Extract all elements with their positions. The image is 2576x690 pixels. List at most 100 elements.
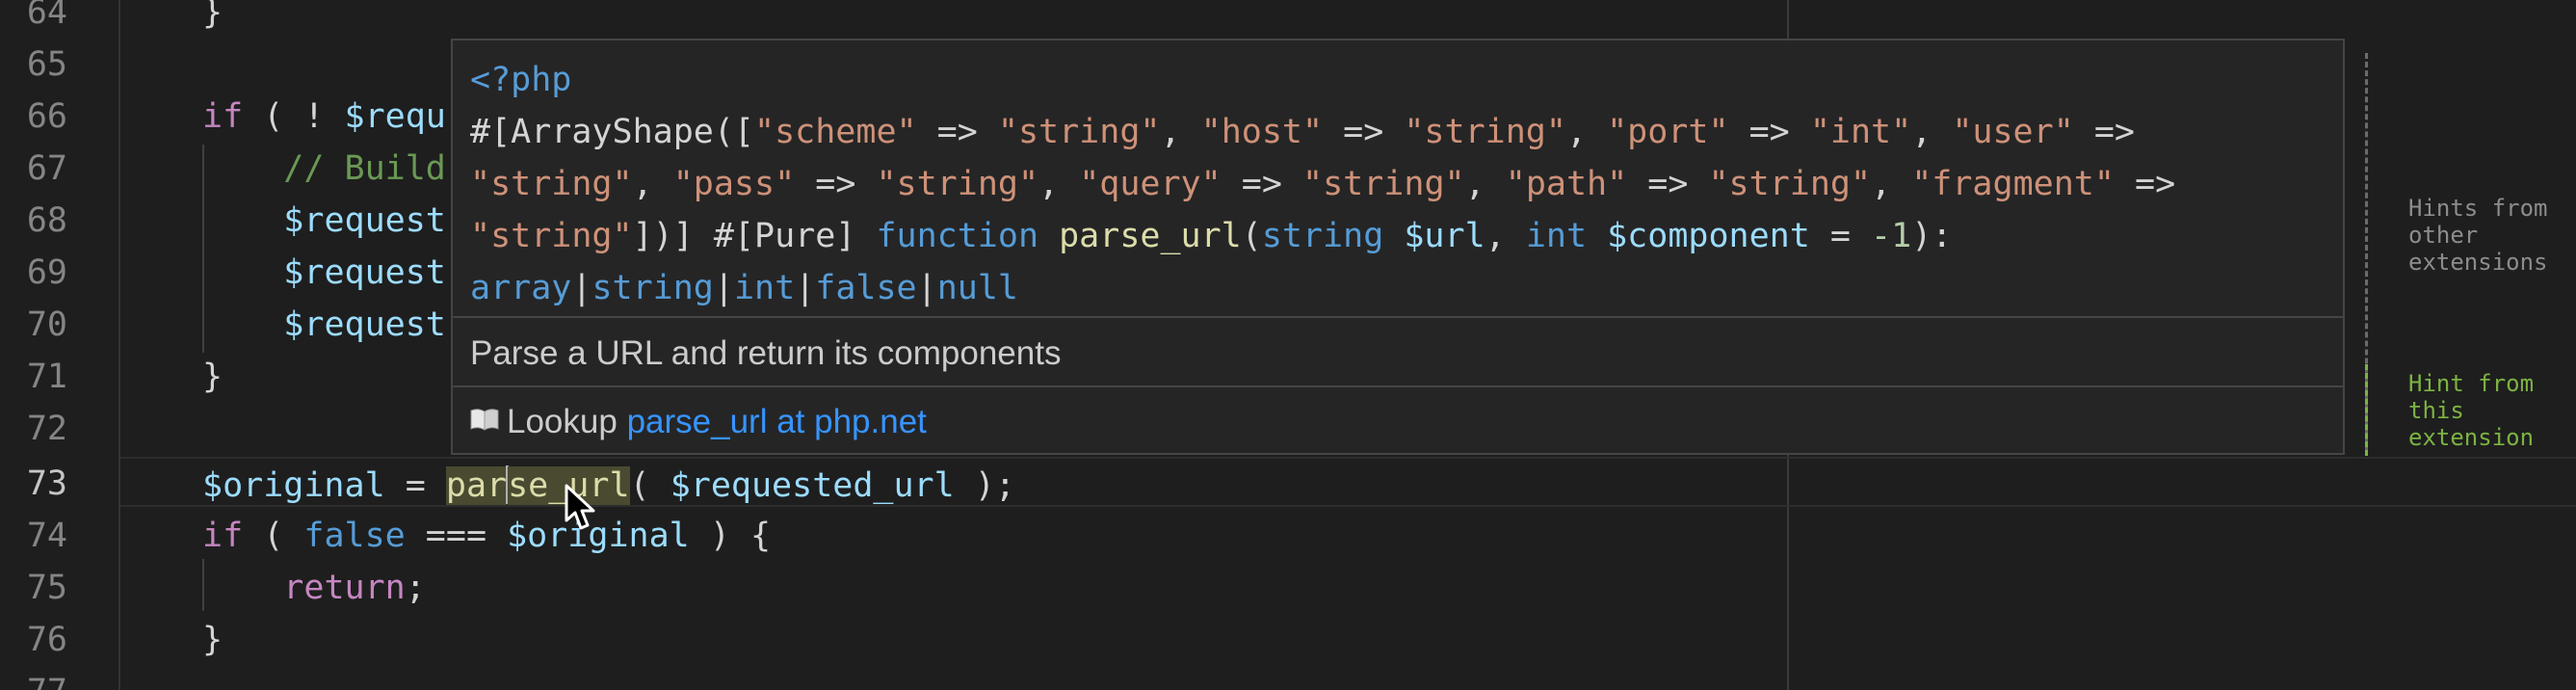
line-number: 64 bbox=[26, 0, 67, 32]
code-text: $request bbox=[202, 202, 446, 239]
code-token: if bbox=[202, 517, 244, 555]
code-token: ; bbox=[405, 569, 426, 607]
signature-token: -1 bbox=[1871, 217, 1912, 255]
signature-token bbox=[1038, 217, 1059, 255]
code-token: $request bbox=[283, 253, 446, 292]
line-number: 71 bbox=[26, 358, 67, 396]
line-number: 77 bbox=[0, 674, 67, 690]
line-number: 76 bbox=[26, 621, 67, 659]
code-token: // Build bbox=[202, 149, 446, 188]
signature-token: "string" bbox=[470, 165, 633, 203]
code-token: return bbox=[283, 569, 406, 607]
signature-token: false bbox=[815, 269, 917, 307]
signature-token: => bbox=[2073, 113, 2135, 151]
hints-other-extensions: Hints from other extensions bbox=[2408, 195, 2548, 276]
signature-token: string bbox=[591, 269, 714, 307]
hint-guide-line-green bbox=[2365, 364, 2368, 456]
signature-token: parse_url bbox=[1059, 217, 1242, 255]
code-text: $request bbox=[202, 254, 446, 291]
signature-token: , bbox=[1911, 113, 1953, 151]
book-icon bbox=[470, 409, 499, 431]
signature-token: | bbox=[571, 269, 592, 307]
signature-token: string bbox=[1261, 217, 1384, 255]
code-line[interactable]: 75 return; bbox=[0, 562, 2576, 614]
line-number: 67 bbox=[26, 149, 67, 188]
code-text: if ( ! $requ bbox=[202, 98, 446, 135]
signature-token: "string" bbox=[1708, 165, 1872, 203]
code-token: par bbox=[445, 466, 508, 505]
code-line[interactable]: 76} bbox=[0, 614, 2576, 666]
code-text: if ( false === $original ) { bbox=[202, 518, 771, 554]
code-line[interactable]: 73 $original = parse_url( $requested_url … bbox=[0, 458, 2576, 510]
line-number: 70 bbox=[26, 305, 67, 344]
signature-token: "string" bbox=[997, 113, 1161, 151]
line-number: 68 bbox=[26, 201, 67, 240]
signature-token bbox=[1587, 217, 1607, 255]
signature-token: function bbox=[876, 217, 1039, 255]
code-token: ); bbox=[954, 466, 1015, 505]
signature-token: , bbox=[632, 165, 673, 203]
code-line[interactable]: 77 bbox=[0, 666, 2576, 690]
code-token: false bbox=[303, 517, 406, 555]
code-token: } bbox=[202, 621, 223, 659]
signature-token: int bbox=[733, 269, 796, 307]
signature-token: | bbox=[713, 269, 734, 307]
line-number: 74 bbox=[26, 517, 67, 555]
line-number: 72 bbox=[26, 410, 67, 448]
code-token: ( ! bbox=[243, 97, 345, 136]
code-token: === bbox=[405, 517, 508, 555]
code-text: } bbox=[202, 0, 223, 31]
mouse-pointer-icon bbox=[565, 484, 595, 530]
signature-token bbox=[1383, 217, 1404, 255]
code-token: } bbox=[202, 358, 223, 396]
code-token: ( bbox=[243, 517, 304, 555]
signature-token: "fragment" bbox=[1911, 165, 2115, 203]
signature-token: => bbox=[916, 113, 998, 151]
code-token: = bbox=[384, 466, 446, 505]
code-token: ( bbox=[629, 466, 670, 505]
line-number: 66 bbox=[26, 97, 67, 136]
hint-this-extension: Hint from this extension bbox=[2408, 370, 2535, 451]
signature-token: "pass" bbox=[672, 165, 796, 203]
code-token: } bbox=[202, 0, 223, 32]
signature-token: "port" bbox=[1607, 113, 1729, 151]
signature-token: , bbox=[1485, 217, 1526, 255]
function-description: Parse a URL and return its components bbox=[470, 334, 1062, 372]
code-token: if bbox=[202, 97, 244, 136]
signature-token: $url bbox=[1404, 217, 1485, 255]
code-text: $request bbox=[202, 306, 446, 343]
code-line[interactable]: 74 if ( false === $original ) { bbox=[0, 510, 2576, 562]
signature-token: "int" bbox=[1809, 113, 1912, 151]
signature-token: => bbox=[795, 165, 877, 203]
signature-token: int bbox=[1525, 217, 1588, 255]
signature-token: ( bbox=[1241, 217, 1262, 255]
code-text: } bbox=[202, 622, 223, 658]
signature-token: "query" bbox=[1079, 165, 1222, 203]
code-token: $request bbox=[283, 305, 446, 344]
line-number: 65 bbox=[26, 45, 67, 84]
signature-token: , bbox=[1565, 113, 1608, 151]
code-line[interactable]: 64} bbox=[0, 0, 2576, 39]
signature-token: ])] #[Pure] bbox=[632, 217, 877, 255]
signature-token: "string" bbox=[1302, 165, 1465, 203]
signature-token: "path" bbox=[1505, 165, 1628, 203]
indent-guide bbox=[202, 559, 204, 611]
signature-token: #[ArrayShape([ bbox=[470, 113, 755, 151]
code-text: return; bbox=[202, 570, 426, 606]
signature-token: array bbox=[470, 269, 572, 307]
signature-token: <?php bbox=[470, 61, 572, 99]
hover-separator bbox=[453, 385, 2343, 387]
line-number: 75 bbox=[26, 569, 67, 607]
signature-token: "scheme" bbox=[754, 113, 917, 151]
code-text: } bbox=[202, 358, 223, 395]
signature-token: => bbox=[1323, 113, 1405, 151]
signature-token: => bbox=[1627, 165, 1709, 203]
php-net-link[interactable]: parse_url at php.net bbox=[627, 403, 927, 440]
code-token: $request bbox=[283, 201, 446, 240]
signature-token: , bbox=[1871, 165, 1912, 203]
signature-token: $component bbox=[1607, 217, 1810, 255]
signature-token: , bbox=[1038, 165, 1080, 203]
